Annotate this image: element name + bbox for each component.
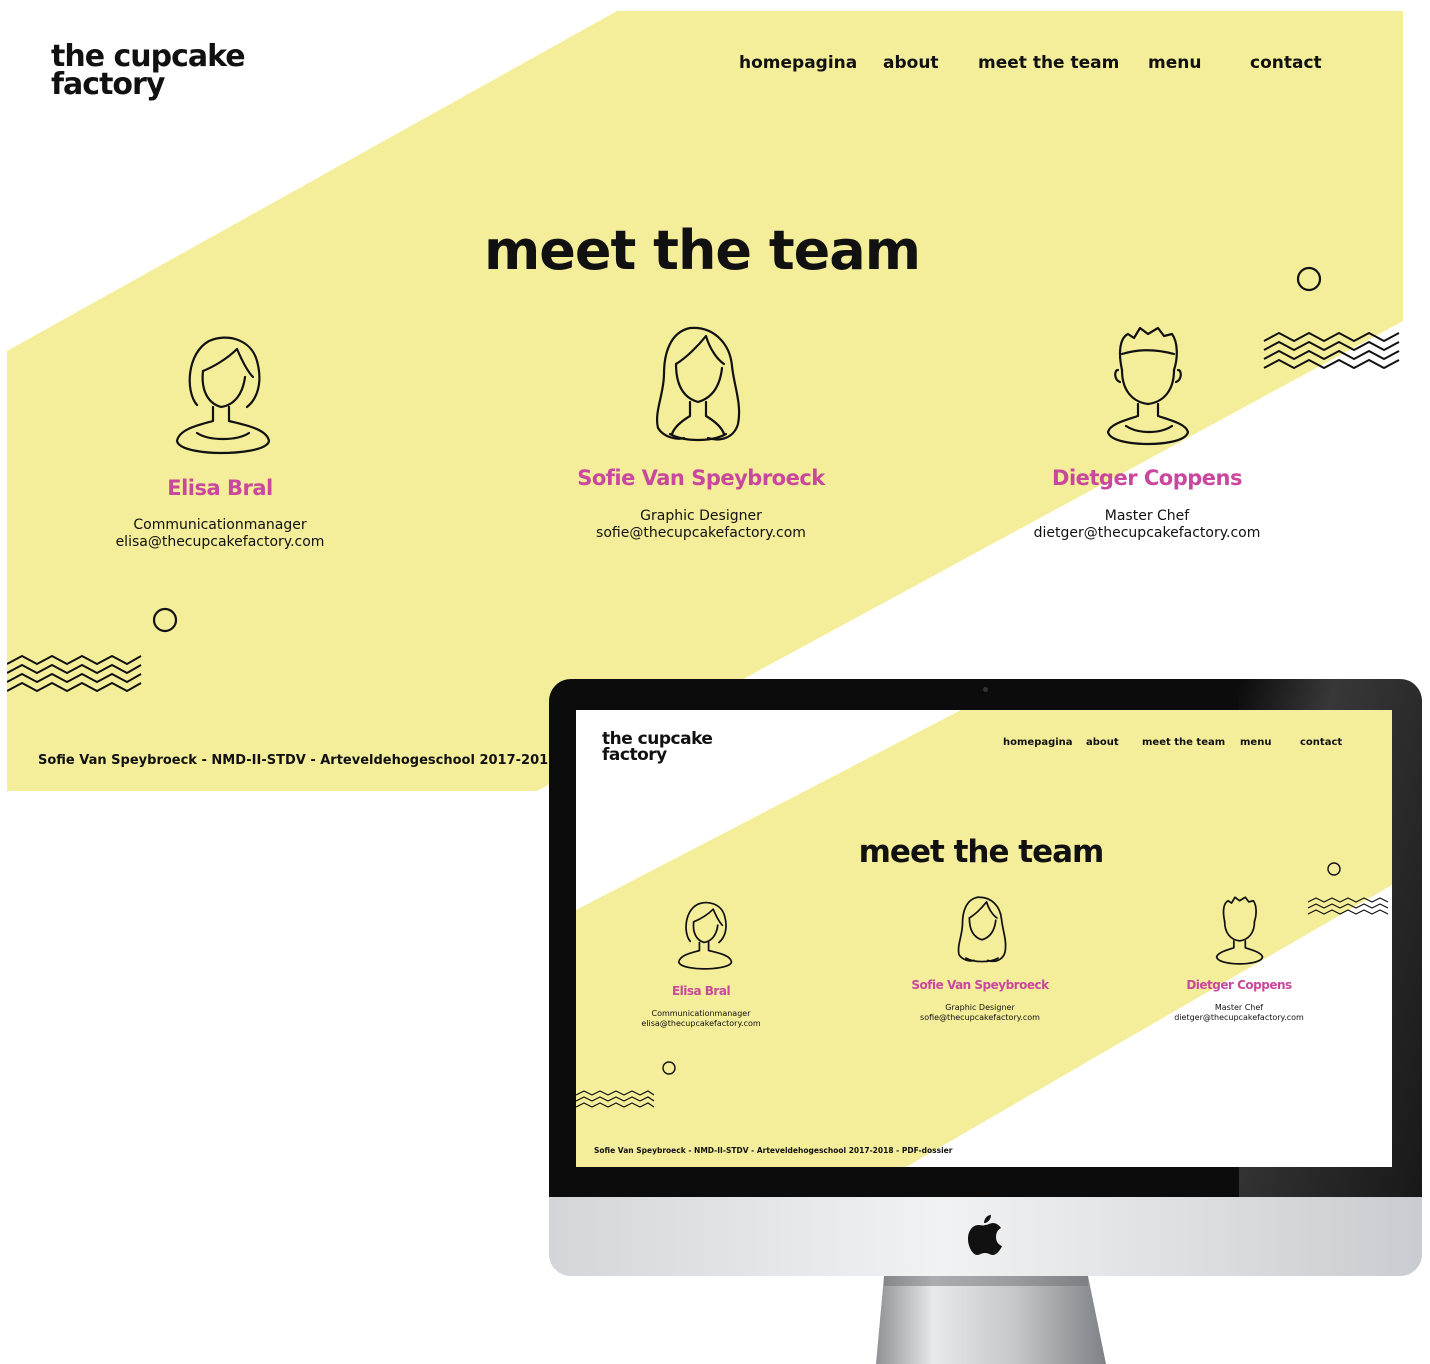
nav-homepagina[interactable]: homepagina [739, 53, 857, 73]
member-email[interactable]: dietger@thecupcakefactory.com [1139, 1013, 1339, 1023]
member-email[interactable]: sofie@thecupcakefactory.com [880, 1013, 1080, 1023]
member-name: Sofie Van Speybroeck [911, 978, 1049, 992]
member-details: Communicationmanager elisa@thecupcakefac… [601, 1009, 801, 1028]
nav-menu[interactable]: menu [1148, 53, 1201, 73]
apple-logo-icon [968, 1215, 1002, 1255]
page-title: meet the team [858, 834, 1105, 870]
member-details: Master Chef dietger@thecupcakefactory.co… [1139, 1003, 1339, 1022]
nav-homepagina[interactable]: homepagina [1003, 737, 1073, 748]
woman-long-hair-icon [957, 896, 1007, 963]
nav-about[interactable]: about [1086, 737, 1119, 748]
member-name: Dietger Coppens [1186, 978, 1292, 992]
member-email[interactable]: elisa@thecupcakefactory.com [601, 1019, 801, 1029]
member-name: Elisa Bral [167, 476, 273, 500]
site-logo[interactable]: the cupcake factory [51, 42, 246, 102]
imac-stand [876, 1276, 1106, 1364]
page-title: meet the team [484, 219, 921, 282]
member-role: Master Chef [1214, 1003, 1264, 1012]
footer-text: Sofie Van Speybroeck - NMD-II-STDV - Art… [594, 1146, 953, 1155]
logo-line-2: factory [602, 744, 667, 765]
webpage-mockup-large: the cupcake factory homepagina about mee… [7, 11, 1403, 791]
member-role: Communicationmanager [133, 517, 307, 533]
woman-short-hair-icon [677, 901, 733, 970]
member-name: Elisa Bral [671, 984, 731, 998]
member-details: Graphic Designer sofie@thecupcakefactory… [880, 1003, 1080, 1022]
member-email[interactable]: sofie@thecupcakefactory.com [551, 525, 851, 542]
woman-long-hair-icon [656, 326, 741, 442]
member-email[interactable]: dietger@thecupcakefactory.com [997, 525, 1297, 542]
member-details: Master Chef dietger@thecupcakefactory.co… [997, 508, 1297, 542]
nav-menu[interactable]: menu [1240, 737, 1271, 748]
nav-contact[interactable]: contact [1300, 737, 1342, 748]
camera-dot [983, 687, 988, 692]
site-logo[interactable]: the cupcake factory [602, 731, 713, 765]
woman-short-hair-icon [175, 336, 271, 455]
member-email[interactable]: elisa@thecupcakefactory.com [70, 534, 370, 551]
imac-screen: the cupcake factory homepagina about mee… [576, 710, 1392, 1167]
member-name: Sofie Van Speybroeck [577, 466, 825, 490]
member-role: Graphic Designer [945, 1003, 1015, 1012]
member-role: Communicationmanager [651, 1009, 751, 1018]
nav-meet-the-team[interactable]: meet the team [1142, 737, 1225, 748]
member-name: Dietger Coppens [1052, 466, 1242, 490]
member-role: Graphic Designer [640, 508, 762, 524]
member-role: Master Chef [1104, 508, 1190, 524]
nav-contact[interactable]: contact [1250, 53, 1322, 73]
member-details: Communicationmanager elisa@thecupcakefac… [70, 517, 370, 551]
man-icon [1215, 896, 1264, 965]
nav-about[interactable]: about [883, 53, 939, 73]
nav-meet-the-team[interactable]: meet the team [978, 53, 1119, 73]
member-details: Graphic Designer sofie@thecupcakefactory… [551, 508, 851, 542]
man-icon [1106, 326, 1190, 446]
imac-chin [549, 1197, 1422, 1276]
logo-line-2: factory [51, 66, 165, 102]
